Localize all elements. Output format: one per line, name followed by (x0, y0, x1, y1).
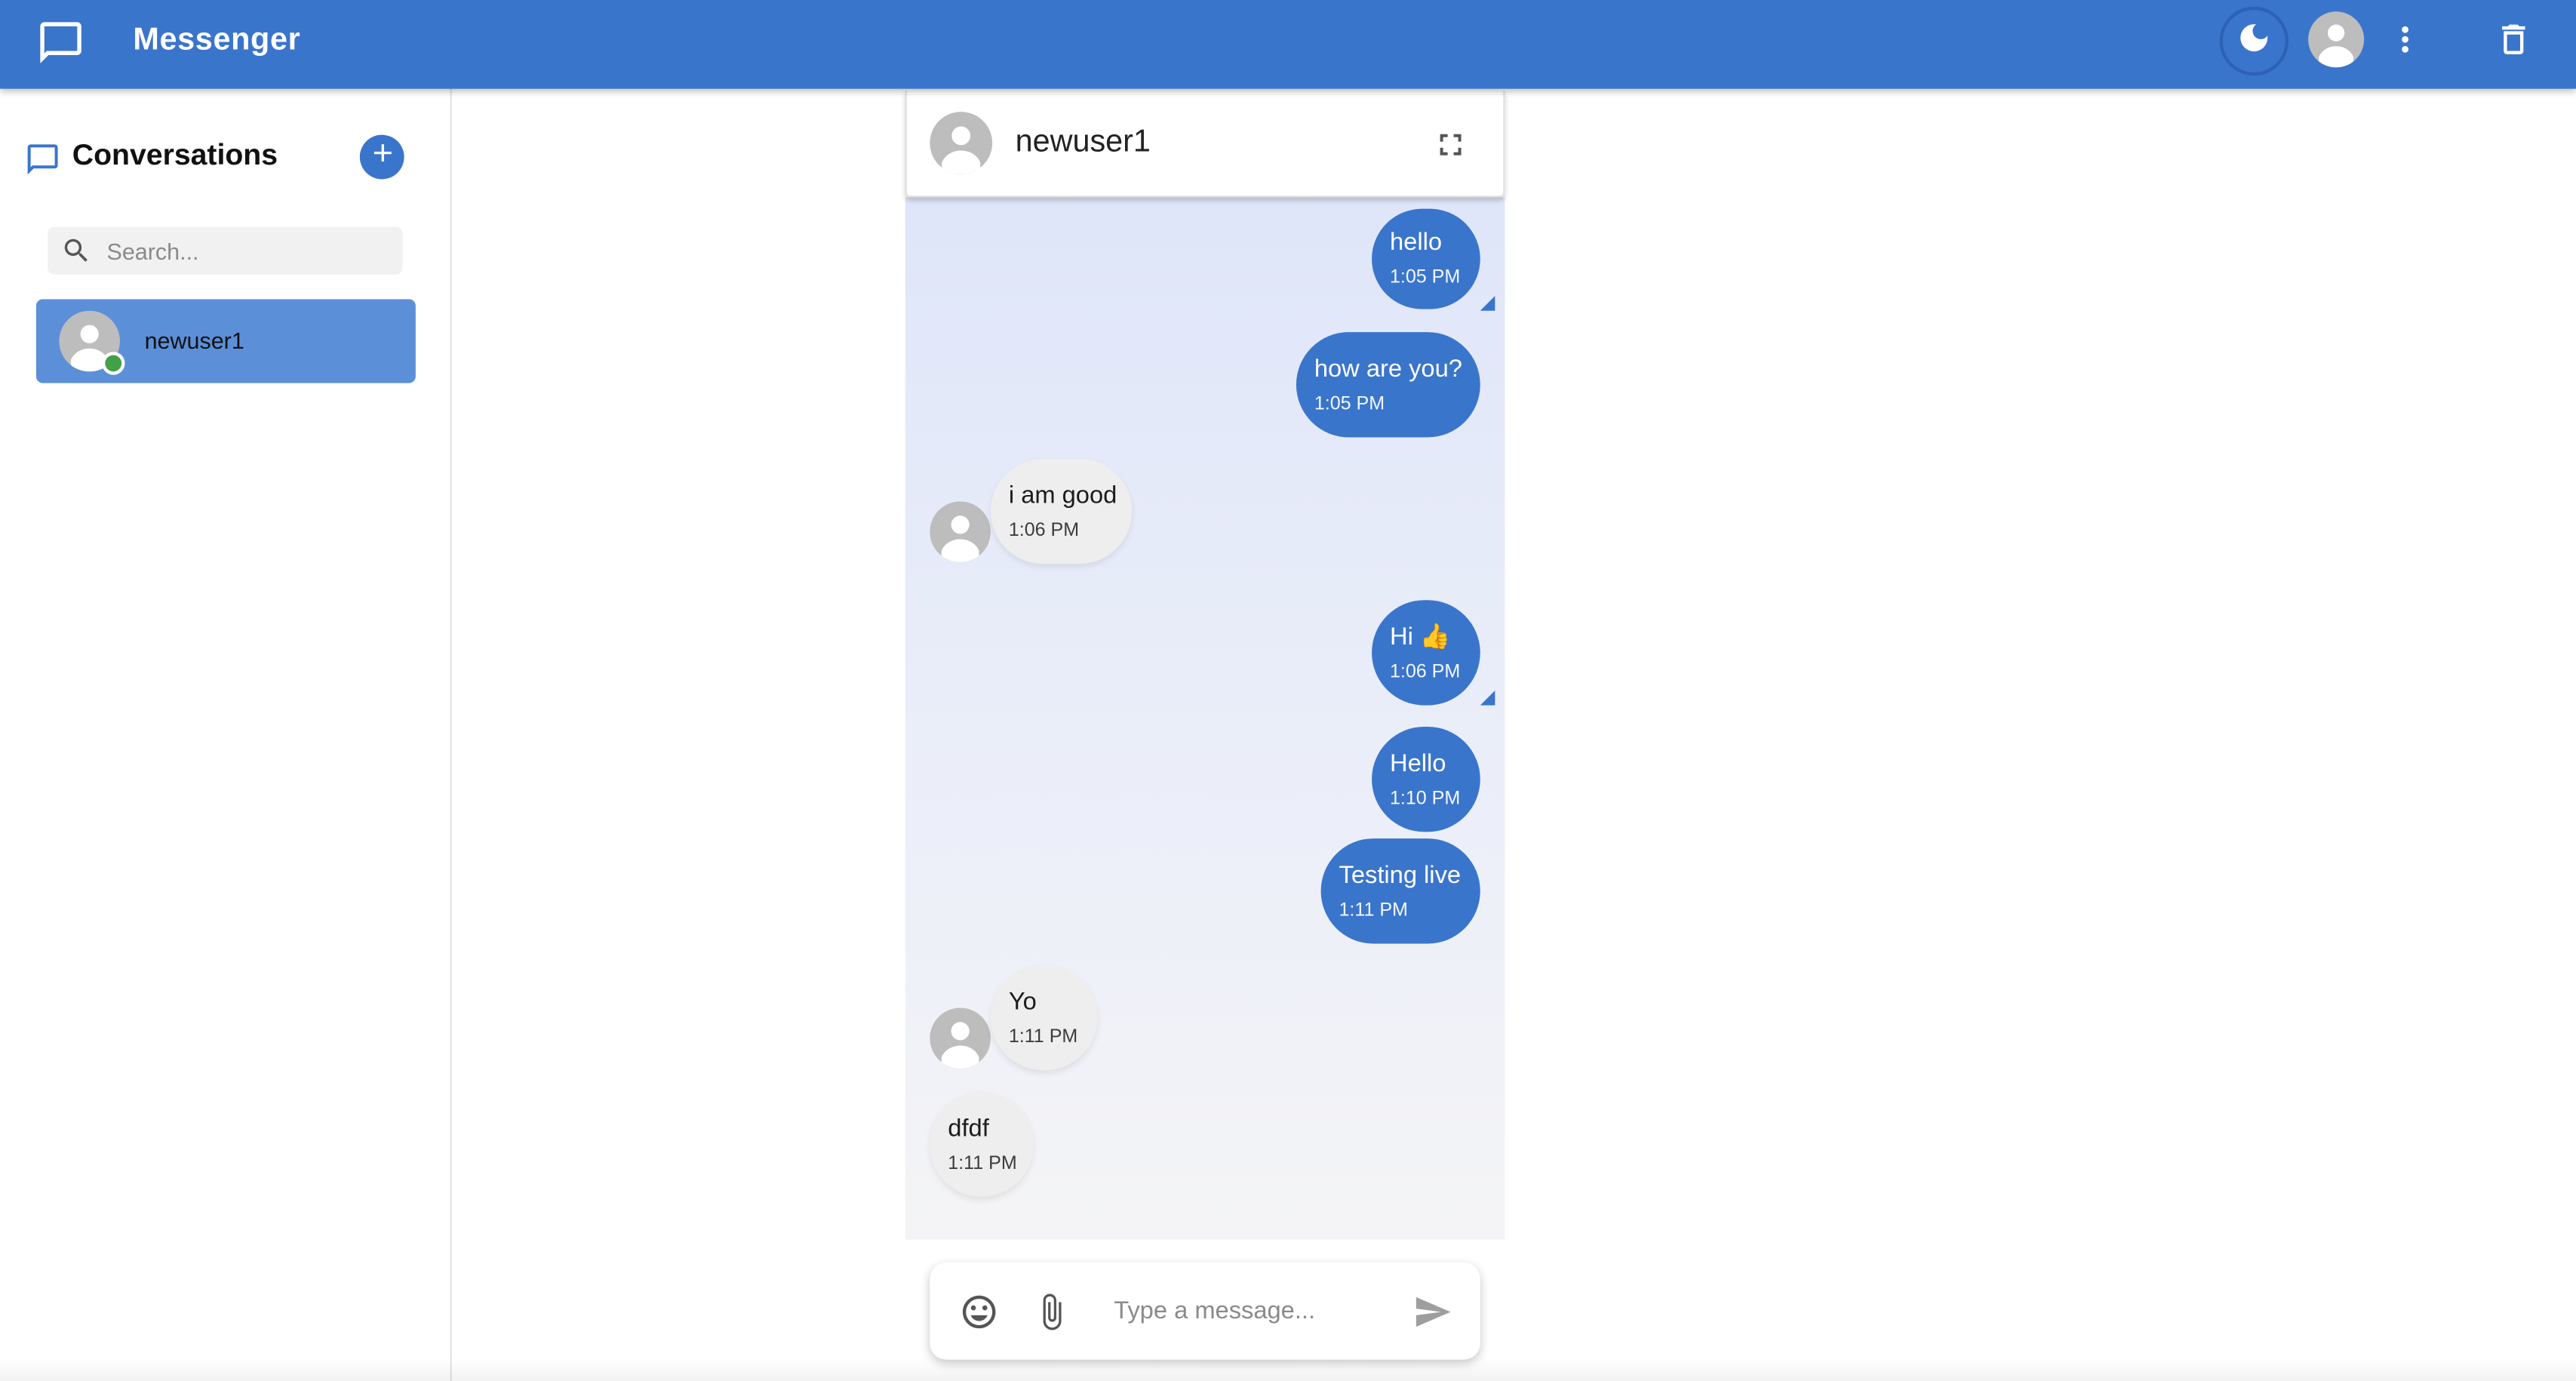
message-text: i am good (1008, 481, 1117, 509)
more-vert-icon (2385, 26, 2424, 66)
paperclip-icon (1031, 1293, 1071, 1338)
contact-name: newuser1 (1015, 125, 1151, 160)
chat-bubble-outline-icon (25, 141, 61, 177)
message-bubble-outgoing[interactable]: hello 1:05 PM (1372, 208, 1480, 309)
contact-avatar (930, 112, 993, 174)
message-tail (1480, 690, 1495, 706)
message-time: 1:06 PM (1389, 661, 1461, 682)
new-conversation-button[interactable] (359, 134, 404, 180)
message-time: 1:11 PM (1008, 1026, 1078, 1047)
app-bar: Messenger (0, 0, 2576, 89)
emoji-icon (960, 1295, 999, 1338)
message-bubble-incoming[interactable]: Yo 1:11 PM (990, 964, 1098, 1071)
search-icon (61, 235, 92, 266)
sender-avatar (930, 1007, 991, 1069)
message-input[interactable] (1114, 1289, 1394, 1333)
conversation-item-newuser1[interactable]: newuser1 (35, 299, 416, 383)
message-bubble-outgoing[interactable]: Hi 👍 1:06 PM (1372, 600, 1480, 706)
account-icon (930, 126, 992, 174)
conversations-sidebar (0, 88, 452, 1381)
message-text: Yo (1008, 987, 1037, 1016)
message-text: Testing live (1339, 860, 1462, 889)
delete-conversation-button[interactable] (2494, 20, 2533, 59)
message-time: 1:11 PM (1339, 900, 1408, 920)
message-text: how are you? (1314, 354, 1462, 383)
message-text: Hi 👍 (1389, 622, 1451, 651)
sender-avatar (930, 501, 991, 563)
message-tail (1480, 296, 1495, 311)
account-icon (2308, 24, 2364, 68)
bottom-shadow (0, 1358, 2576, 1381)
attach-file-button[interactable] (1031, 1292, 1071, 1331)
message-time: 1:10 PM (1389, 788, 1461, 808)
message-text: hello (1389, 228, 1443, 257)
more-options-button[interactable] (2385, 20, 2424, 59)
search-box (48, 226, 403, 275)
fullscreen-button[interactable] (1433, 127, 1469, 163)
chat-bubble-icon (36, 18, 85, 67)
message-time: 1:05 PM (1314, 393, 1385, 414)
send-icon (1412, 1296, 1452, 1338)
message-time: 1:05 PM (1389, 268, 1461, 288)
emoji-button[interactable] (960, 1292, 999, 1331)
message-text: Hello (1389, 749, 1446, 777)
app-window: Messenger Conversations Search... newuse… (0, 0, 2576, 1381)
app-title: Messenger (133, 23, 301, 58)
chat-header: newuser1 (905, 90, 1505, 198)
search-input[interactable] (106, 226, 395, 275)
conversation-name: newuser1 (144, 327, 244, 354)
moon-icon (2236, 19, 2272, 63)
message-time: 1:11 PM (948, 1153, 1017, 1173)
message-bubble-outgoing[interactable]: how are you? 1:05 PM (1296, 332, 1480, 438)
online-status-dot (101, 352, 125, 375)
fullscreen-icon (1433, 134, 1469, 169)
message-bubble-incoming[interactable]: dfdf 1:11 PM (930, 1091, 1034, 1198)
message-composer (930, 1263, 1480, 1360)
message-bubble-incoming[interactable]: i am good 1:06 PM (990, 458, 1133, 564)
conversations-heading: Conversations (72, 138, 278, 171)
message-bubble-outgoing[interactable]: Hello 1:10 PM (1372, 726, 1480, 832)
message-time: 1:06 PM (1008, 520, 1080, 540)
delete-icon (2494, 24, 2533, 66)
account-button[interactable] (2308, 11, 2365, 68)
theme-toggle-button[interactable] (2219, 6, 2289, 76)
send-button[interactable] (1412, 1292, 1452, 1331)
message-bubble-outgoing[interactable]: Testing live 1:11 PM (1320, 838, 1480, 944)
plus-icon (367, 138, 397, 176)
message-text: dfdf (948, 1114, 989, 1143)
